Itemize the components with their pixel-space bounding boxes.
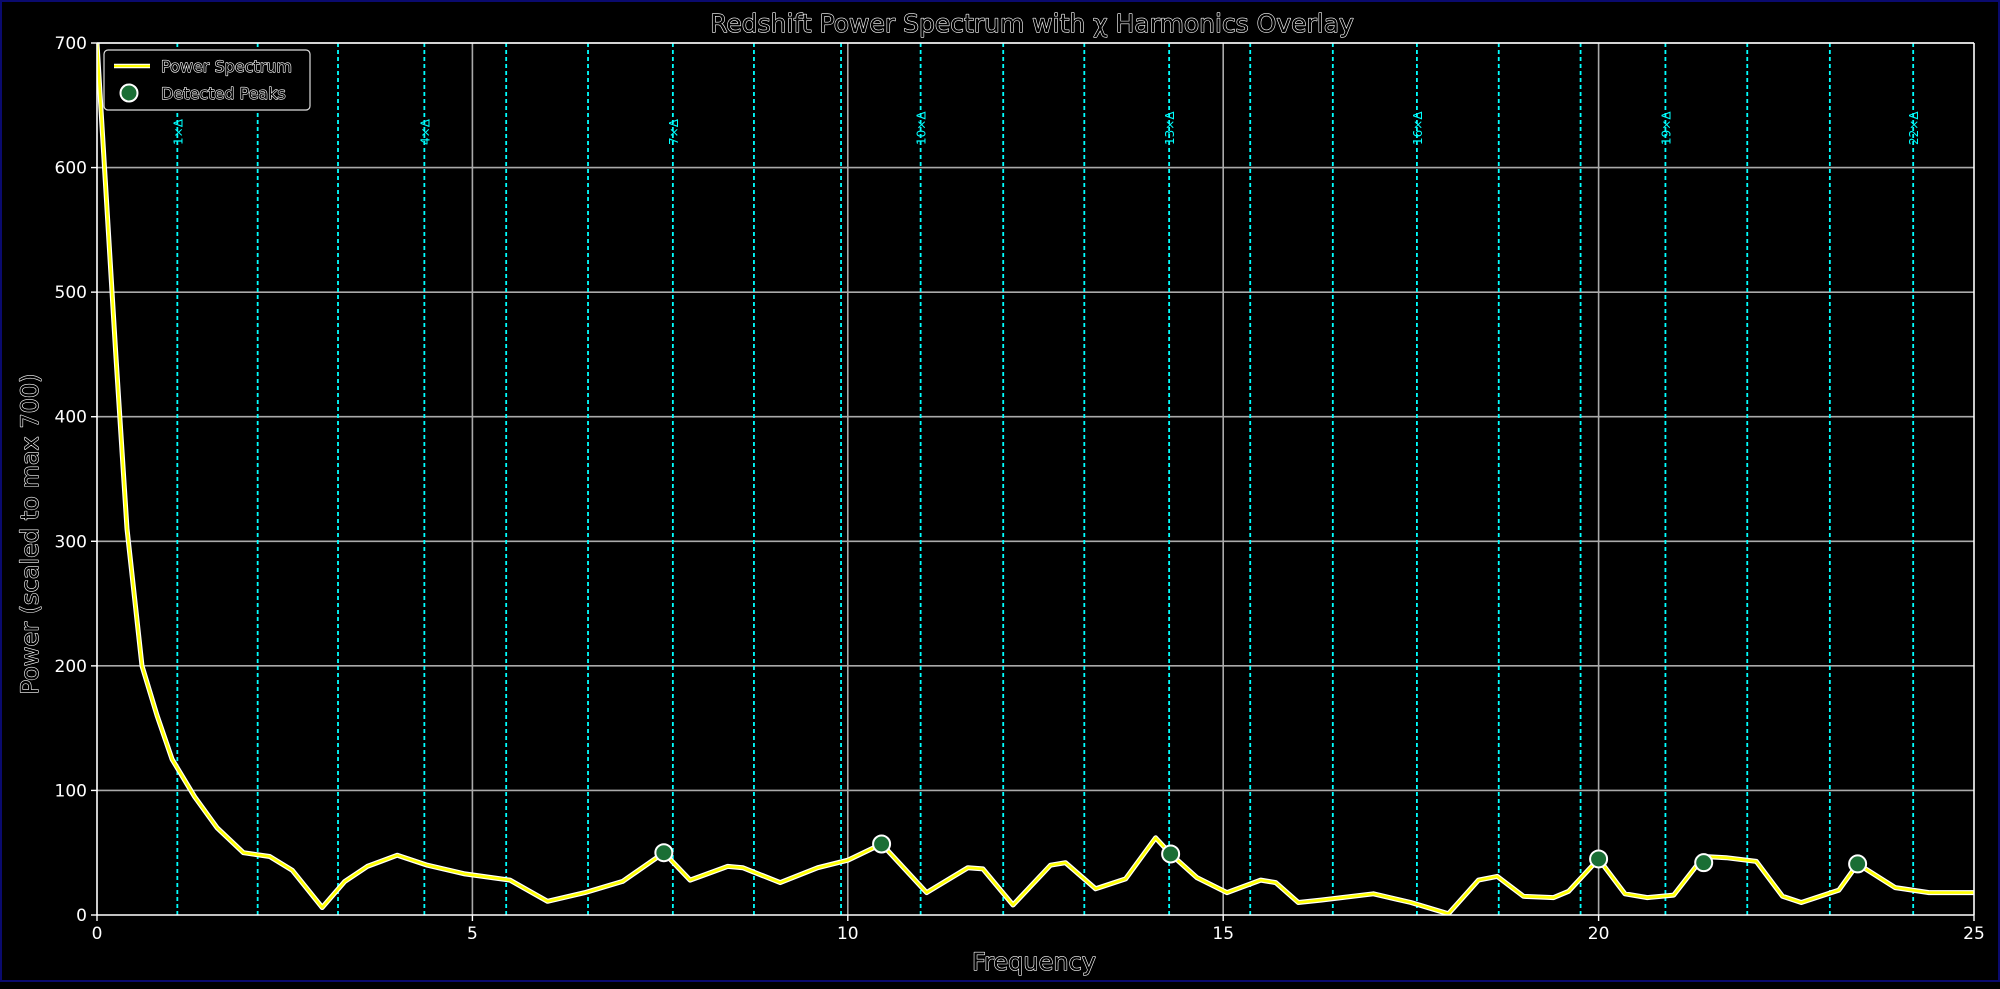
x-tick-label: 25 (1963, 924, 1985, 944)
peak-marker (654, 843, 674, 863)
harmonic-label: 19×Δ (1659, 111, 1673, 145)
legend: Power Spectrum Detected Peaks (103, 49, 311, 111)
y-tick-label: 600 (55, 159, 87, 179)
harmonic-label: 16×Δ (1411, 111, 1425, 145)
chart-title: Redshift Power Spectrum with χ Harmonics… (710, 9, 1354, 38)
x-axis-label: Frequency (972, 948, 1096, 976)
y-tick-label: 700 (55, 34, 87, 54)
chart-figure: Redshift Power Spectrum with χ Harmonics… (0, 0, 2000, 982)
peak-marker (1848, 854, 1868, 874)
y-tick-label: 500 (55, 283, 87, 303)
harmonic-label: 10×Δ (915, 111, 929, 145)
plot-background (97, 43, 1974, 915)
x-tick-label: 15 (1212, 924, 1234, 944)
harmonic-label: 4×Δ (418, 118, 432, 145)
y-tick-label: 0 (76, 906, 87, 926)
harmonic-label: 22×Δ (1907, 111, 1921, 145)
chart-svg: Redshift Power Spectrum with χ Harmonics… (15, 8, 1985, 976)
harmonic-label: 1×Δ (171, 118, 185, 145)
x-tick-label: 5 (467, 924, 478, 944)
peak-marker (1589, 849, 1609, 869)
peak-marker (1694, 853, 1714, 873)
y-axis-label: Power (scaled to max 700) (16, 373, 44, 694)
x-tick-label: 20 (1588, 924, 1610, 944)
harmonic-label: 7×Δ (667, 118, 681, 145)
y-tick-label: 200 (55, 657, 87, 677)
plot-area: 1×Δ 4×Δ 7×Δ 10×Δ 13×Δ 16×Δ 19×Δ 22×Δ01002003004… (55, 34, 1985, 944)
harmonic-label: 13×Δ (1163, 111, 1177, 145)
x-tick-label: 10 (837, 924, 859, 944)
legend-label: Detected Peaks (161, 84, 286, 103)
y-tick-label: 300 (55, 532, 87, 552)
y-tick-label: 400 (55, 408, 87, 428)
legend-label: Power Spectrum (161, 57, 292, 76)
y-tick-label: 100 (55, 781, 87, 801)
peak-marker (1161, 844, 1181, 864)
legend-marker-swatch (119, 83, 139, 103)
peak-marker (872, 834, 892, 854)
x-tick-label: 0 (92, 924, 103, 944)
